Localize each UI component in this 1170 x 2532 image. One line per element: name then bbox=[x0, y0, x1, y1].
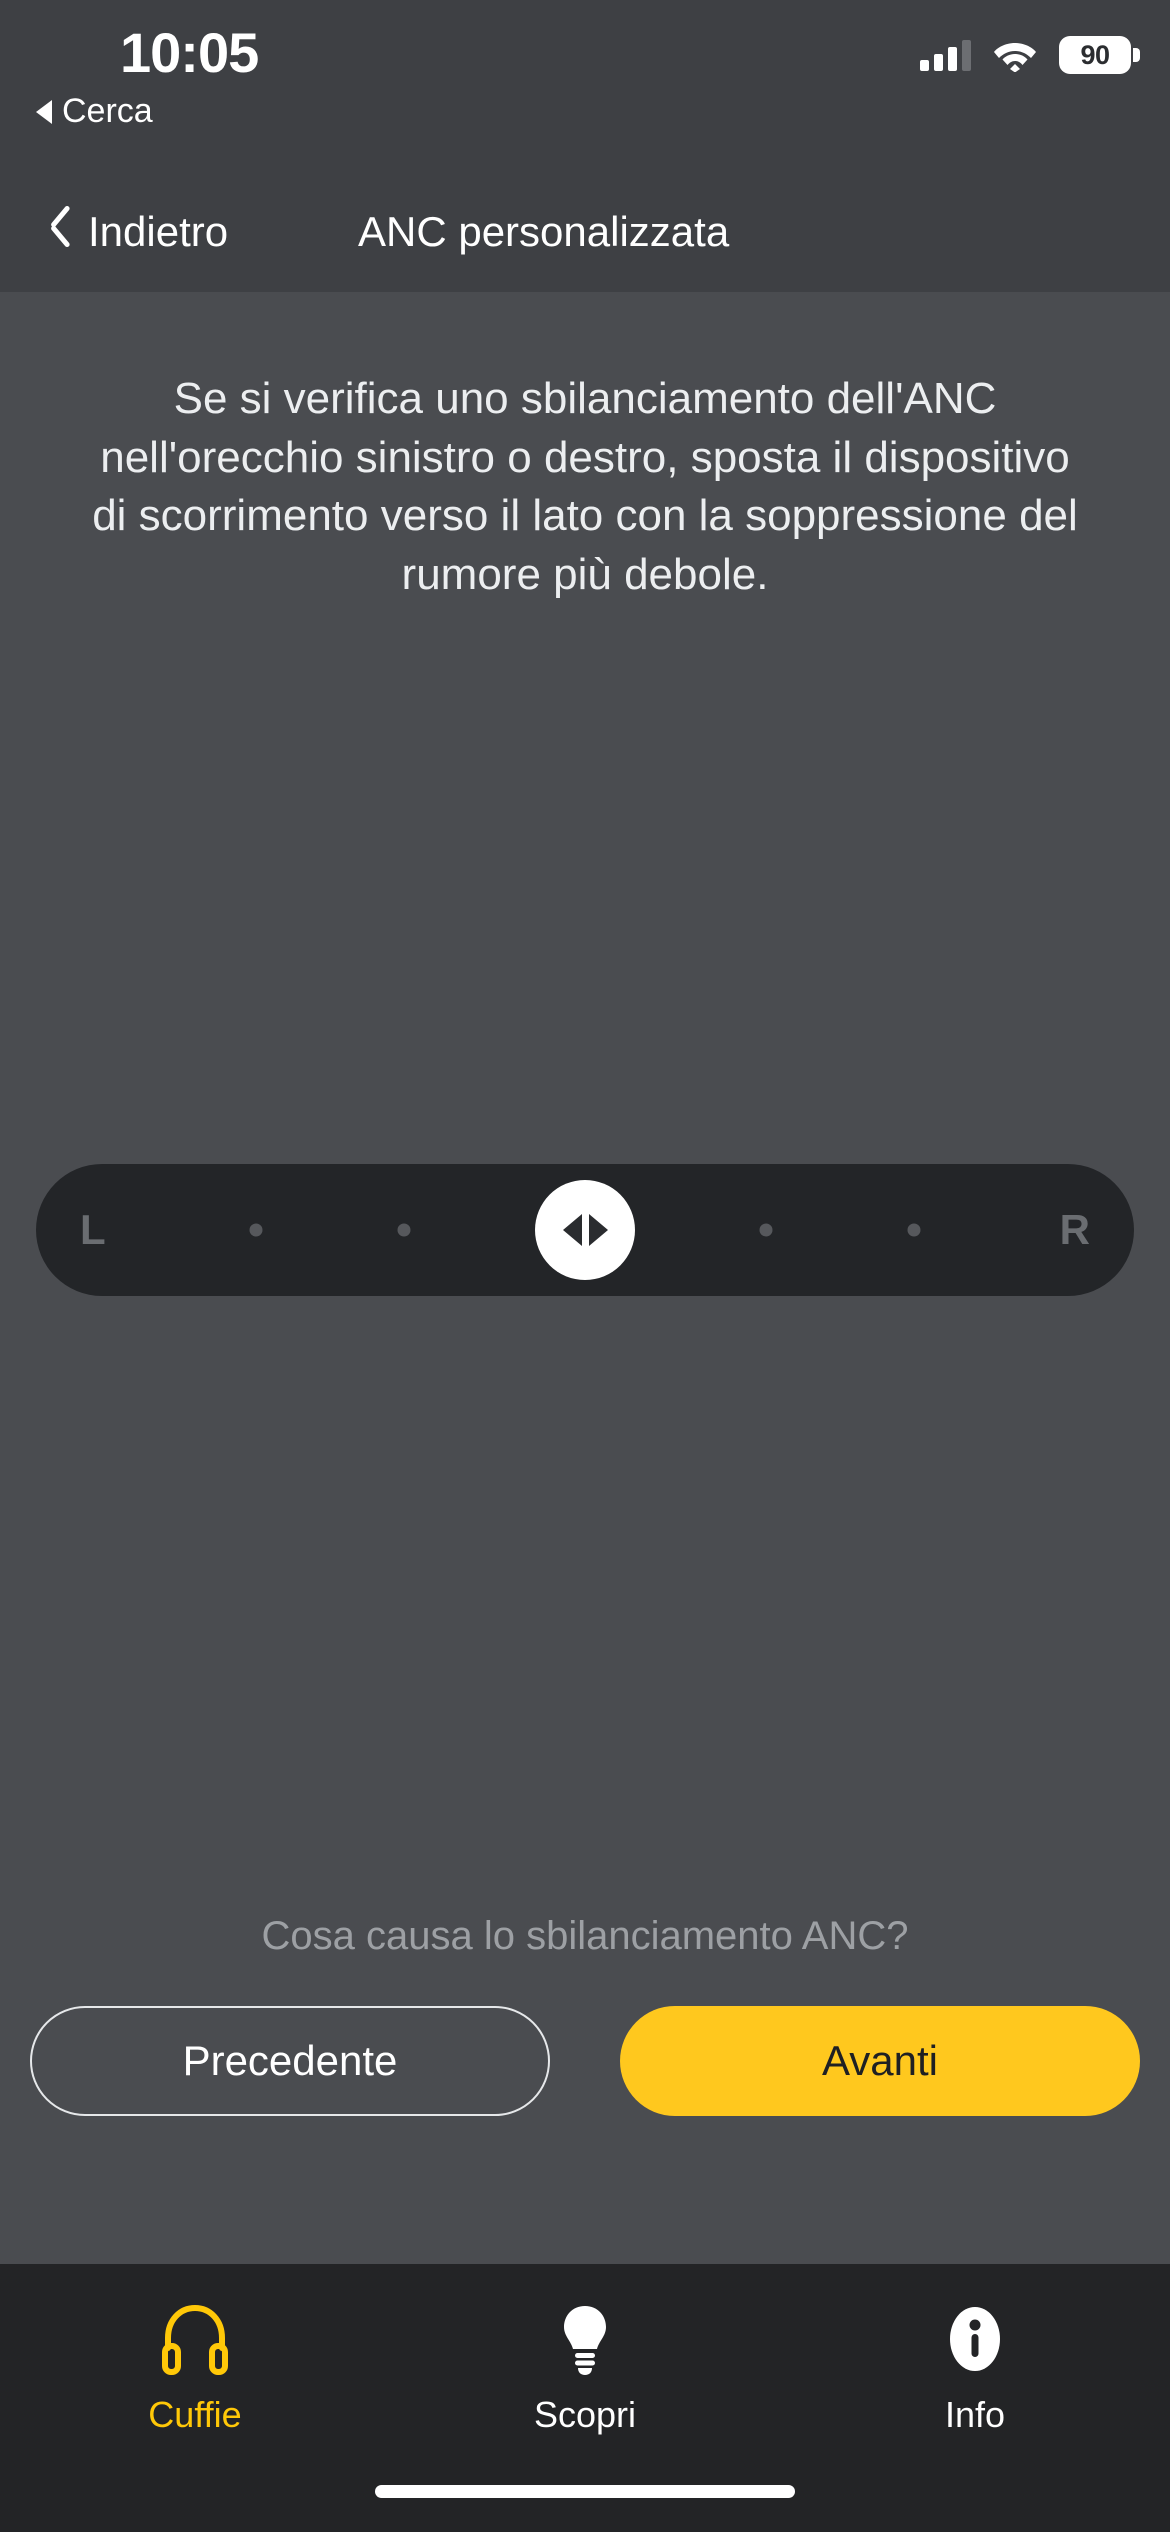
action-buttons: Precedente Avanti bbox=[0, 2006, 1170, 2116]
instruction-text: Se si verifica uno sbilanciamento dell'A… bbox=[92, 374, 1078, 599]
main-content: Se si verifica uno sbilanciamento dell'A… bbox=[0, 292, 1170, 2264]
tab-info[interactable]: Info bbox=[780, 2264, 1170, 2472]
tab-scopri[interactable]: Scopri bbox=[390, 2264, 780, 2472]
slider-tick bbox=[907, 1223, 921, 1237]
help-question-link[interactable]: Cosa causa lo sbilanciamento ANC? bbox=[0, 1914, 1170, 1959]
slider-left-label: L bbox=[80, 1206, 106, 1253]
return-to-previous-app-button[interactable]: Cerca bbox=[36, 92, 153, 131]
cellular-signal-icon bbox=[920, 39, 971, 71]
tab-cuffie[interactable]: Cuffie bbox=[0, 2264, 390, 2472]
tab-label-info: Info bbox=[944, 2394, 1006, 2435]
tab-bar: Cuffie Scopri Info bbox=[0, 2264, 1170, 2532]
phone-screen: 10:05 Cerca 90 Indietro ANC personalizza… bbox=[0, 0, 1170, 2532]
arrow-left-icon bbox=[562, 1214, 582, 1246]
tab-label-cuffie: Cuffie bbox=[148, 2394, 242, 2435]
slider-right-label: R bbox=[1059, 1206, 1090, 1253]
home-indicator[interactable] bbox=[375, 2485, 795, 2498]
slider-thumb[interactable] bbox=[535, 1180, 635, 1280]
arrow-right-icon bbox=[588, 1214, 608, 1246]
slider-tick bbox=[397, 1223, 411, 1237]
battery-percentage: 90 bbox=[1080, 39, 1110, 70]
status-bar: 10:05 Cerca 90 bbox=[0, 0, 1170, 172]
page-title: ANC personalizzata bbox=[358, 208, 730, 255]
slider-tick bbox=[759, 1223, 773, 1237]
navigation-bar: Indietro ANC personalizzata bbox=[0, 172, 1170, 292]
status-bar-clock: 10:05 bbox=[120, 21, 259, 84]
status-bar-indicators: 90 bbox=[920, 36, 1140, 74]
lightbulb-icon bbox=[556, 2300, 614, 2378]
back-button[interactable]: Indietro bbox=[48, 172, 228, 292]
previous-button[interactable]: Precedente bbox=[30, 2006, 550, 2116]
return-app-label: Cerca bbox=[62, 92, 153, 130]
tab-label-scopri: Scopri bbox=[533, 2394, 637, 2435]
info-circle-icon bbox=[942, 2300, 1008, 2378]
next-button[interactable]: Avanti bbox=[620, 2006, 1140, 2116]
back-button-label: Indietro bbox=[88, 208, 229, 255]
battery-cap bbox=[1133, 48, 1140, 62]
slider-tick bbox=[249, 1223, 263, 1237]
battery-icon: 90 bbox=[1059, 36, 1140, 74]
wifi-icon bbox=[993, 38, 1037, 72]
chevron-left-icon bbox=[48, 212, 70, 252]
anc-balance-slider[interactable]: L R bbox=[36, 1164, 1134, 1296]
triangle-left-icon bbox=[36, 99, 52, 124]
headphones-icon bbox=[159, 2300, 231, 2378]
